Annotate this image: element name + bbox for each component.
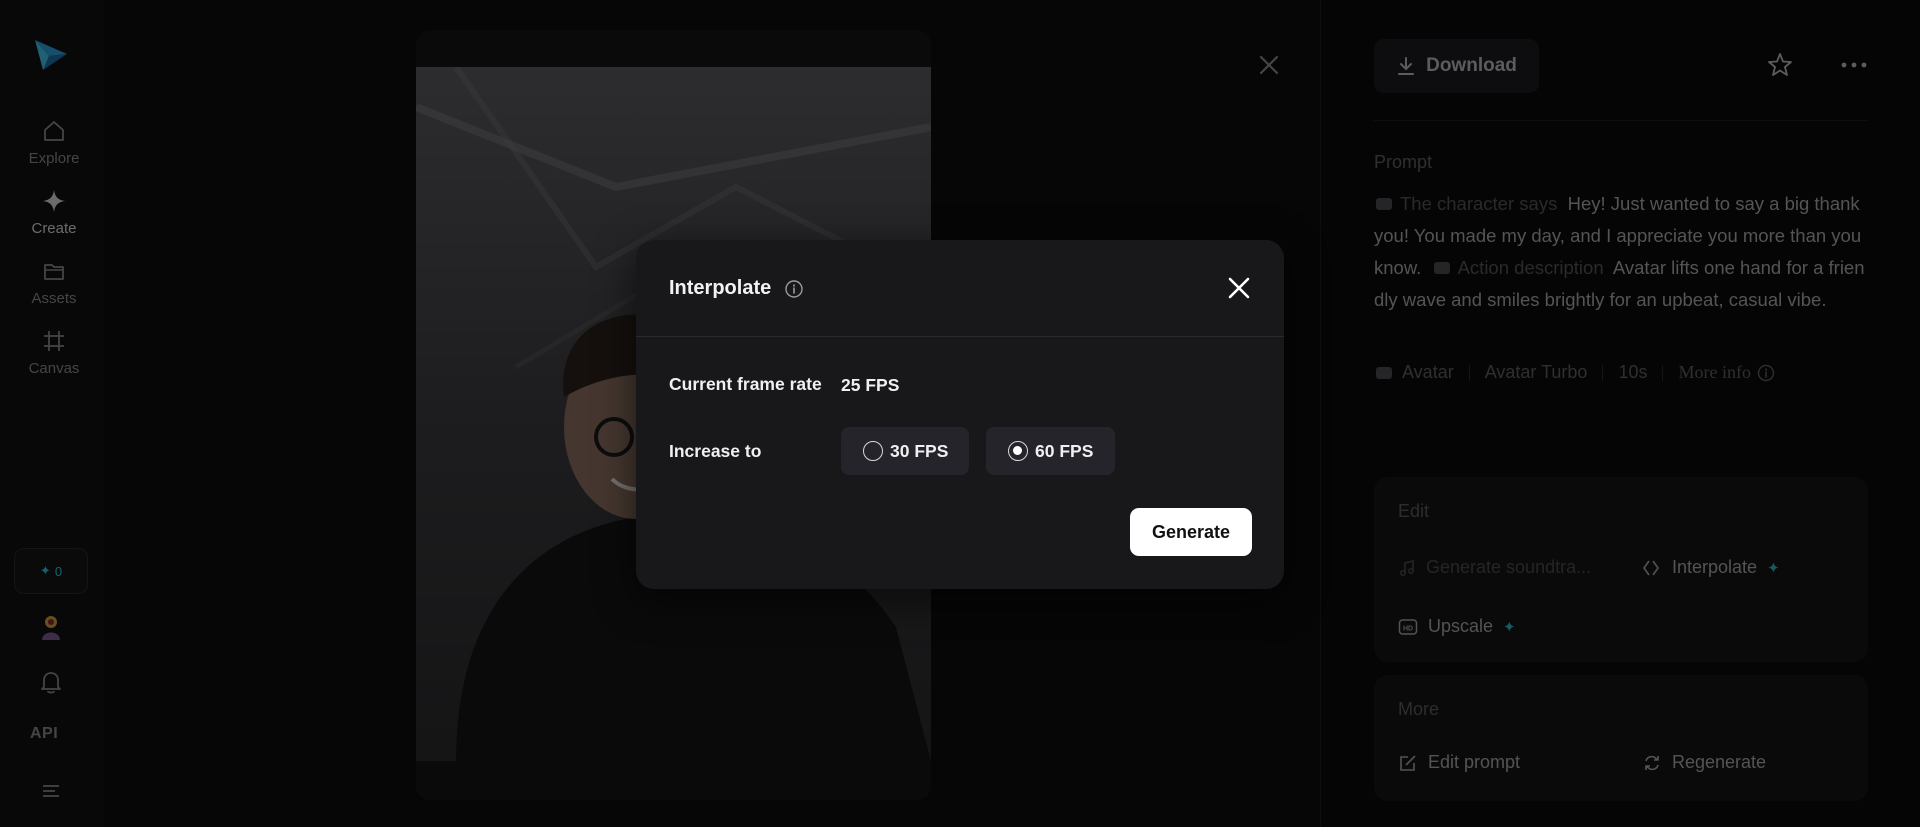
radio-60fps[interactable] xyxy=(1008,441,1028,461)
dialog-header: Interpolate xyxy=(636,240,1284,337)
fps-option-30[interactable]: 30 FPS xyxy=(841,427,969,475)
dialog-title: Interpolate xyxy=(669,277,772,299)
info-icon[interactable] xyxy=(784,279,804,299)
generate-button[interactable]: Generate xyxy=(1130,508,1252,556)
close-dialog-icon[interactable] xyxy=(1226,275,1252,301)
radio-30fps[interactable] xyxy=(863,441,883,461)
increase-to-label: Increase to xyxy=(669,441,762,461)
fps-option-label: 30 FPS xyxy=(890,440,949,461)
interpolate-dialog: Interpolate Current frame rate 25 FPS In… xyxy=(636,240,1284,589)
current-frame-rate-value: 25 FPS xyxy=(841,375,900,395)
fps-option-60[interactable]: 60 FPS xyxy=(986,427,1115,475)
fps-option-label: 60 FPS xyxy=(1035,440,1094,461)
current-frame-rate-label: Current frame rate xyxy=(669,374,822,394)
